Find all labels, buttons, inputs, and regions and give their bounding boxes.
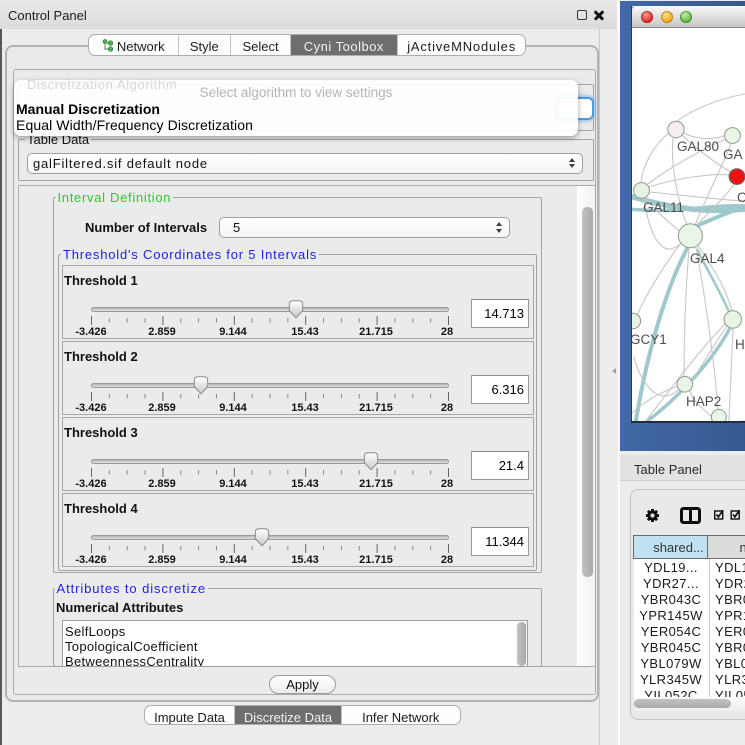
- svg-text:GAL80: GAL80: [677, 139, 719, 154]
- svg-text:C: C: [737, 190, 745, 205]
- svg-text:GAL4: GAL4: [690, 251, 725, 266]
- svg-text:HAP2: HAP2: [686, 394, 721, 409]
- svg-text:GAL11: GAL11: [643, 200, 684, 215]
- svg-text:GCY1: GCY1: [632, 332, 667, 347]
- svg-text:GA: GA: [723, 147, 743, 162]
- svg-text:HA: HA: [735, 337, 745, 352]
